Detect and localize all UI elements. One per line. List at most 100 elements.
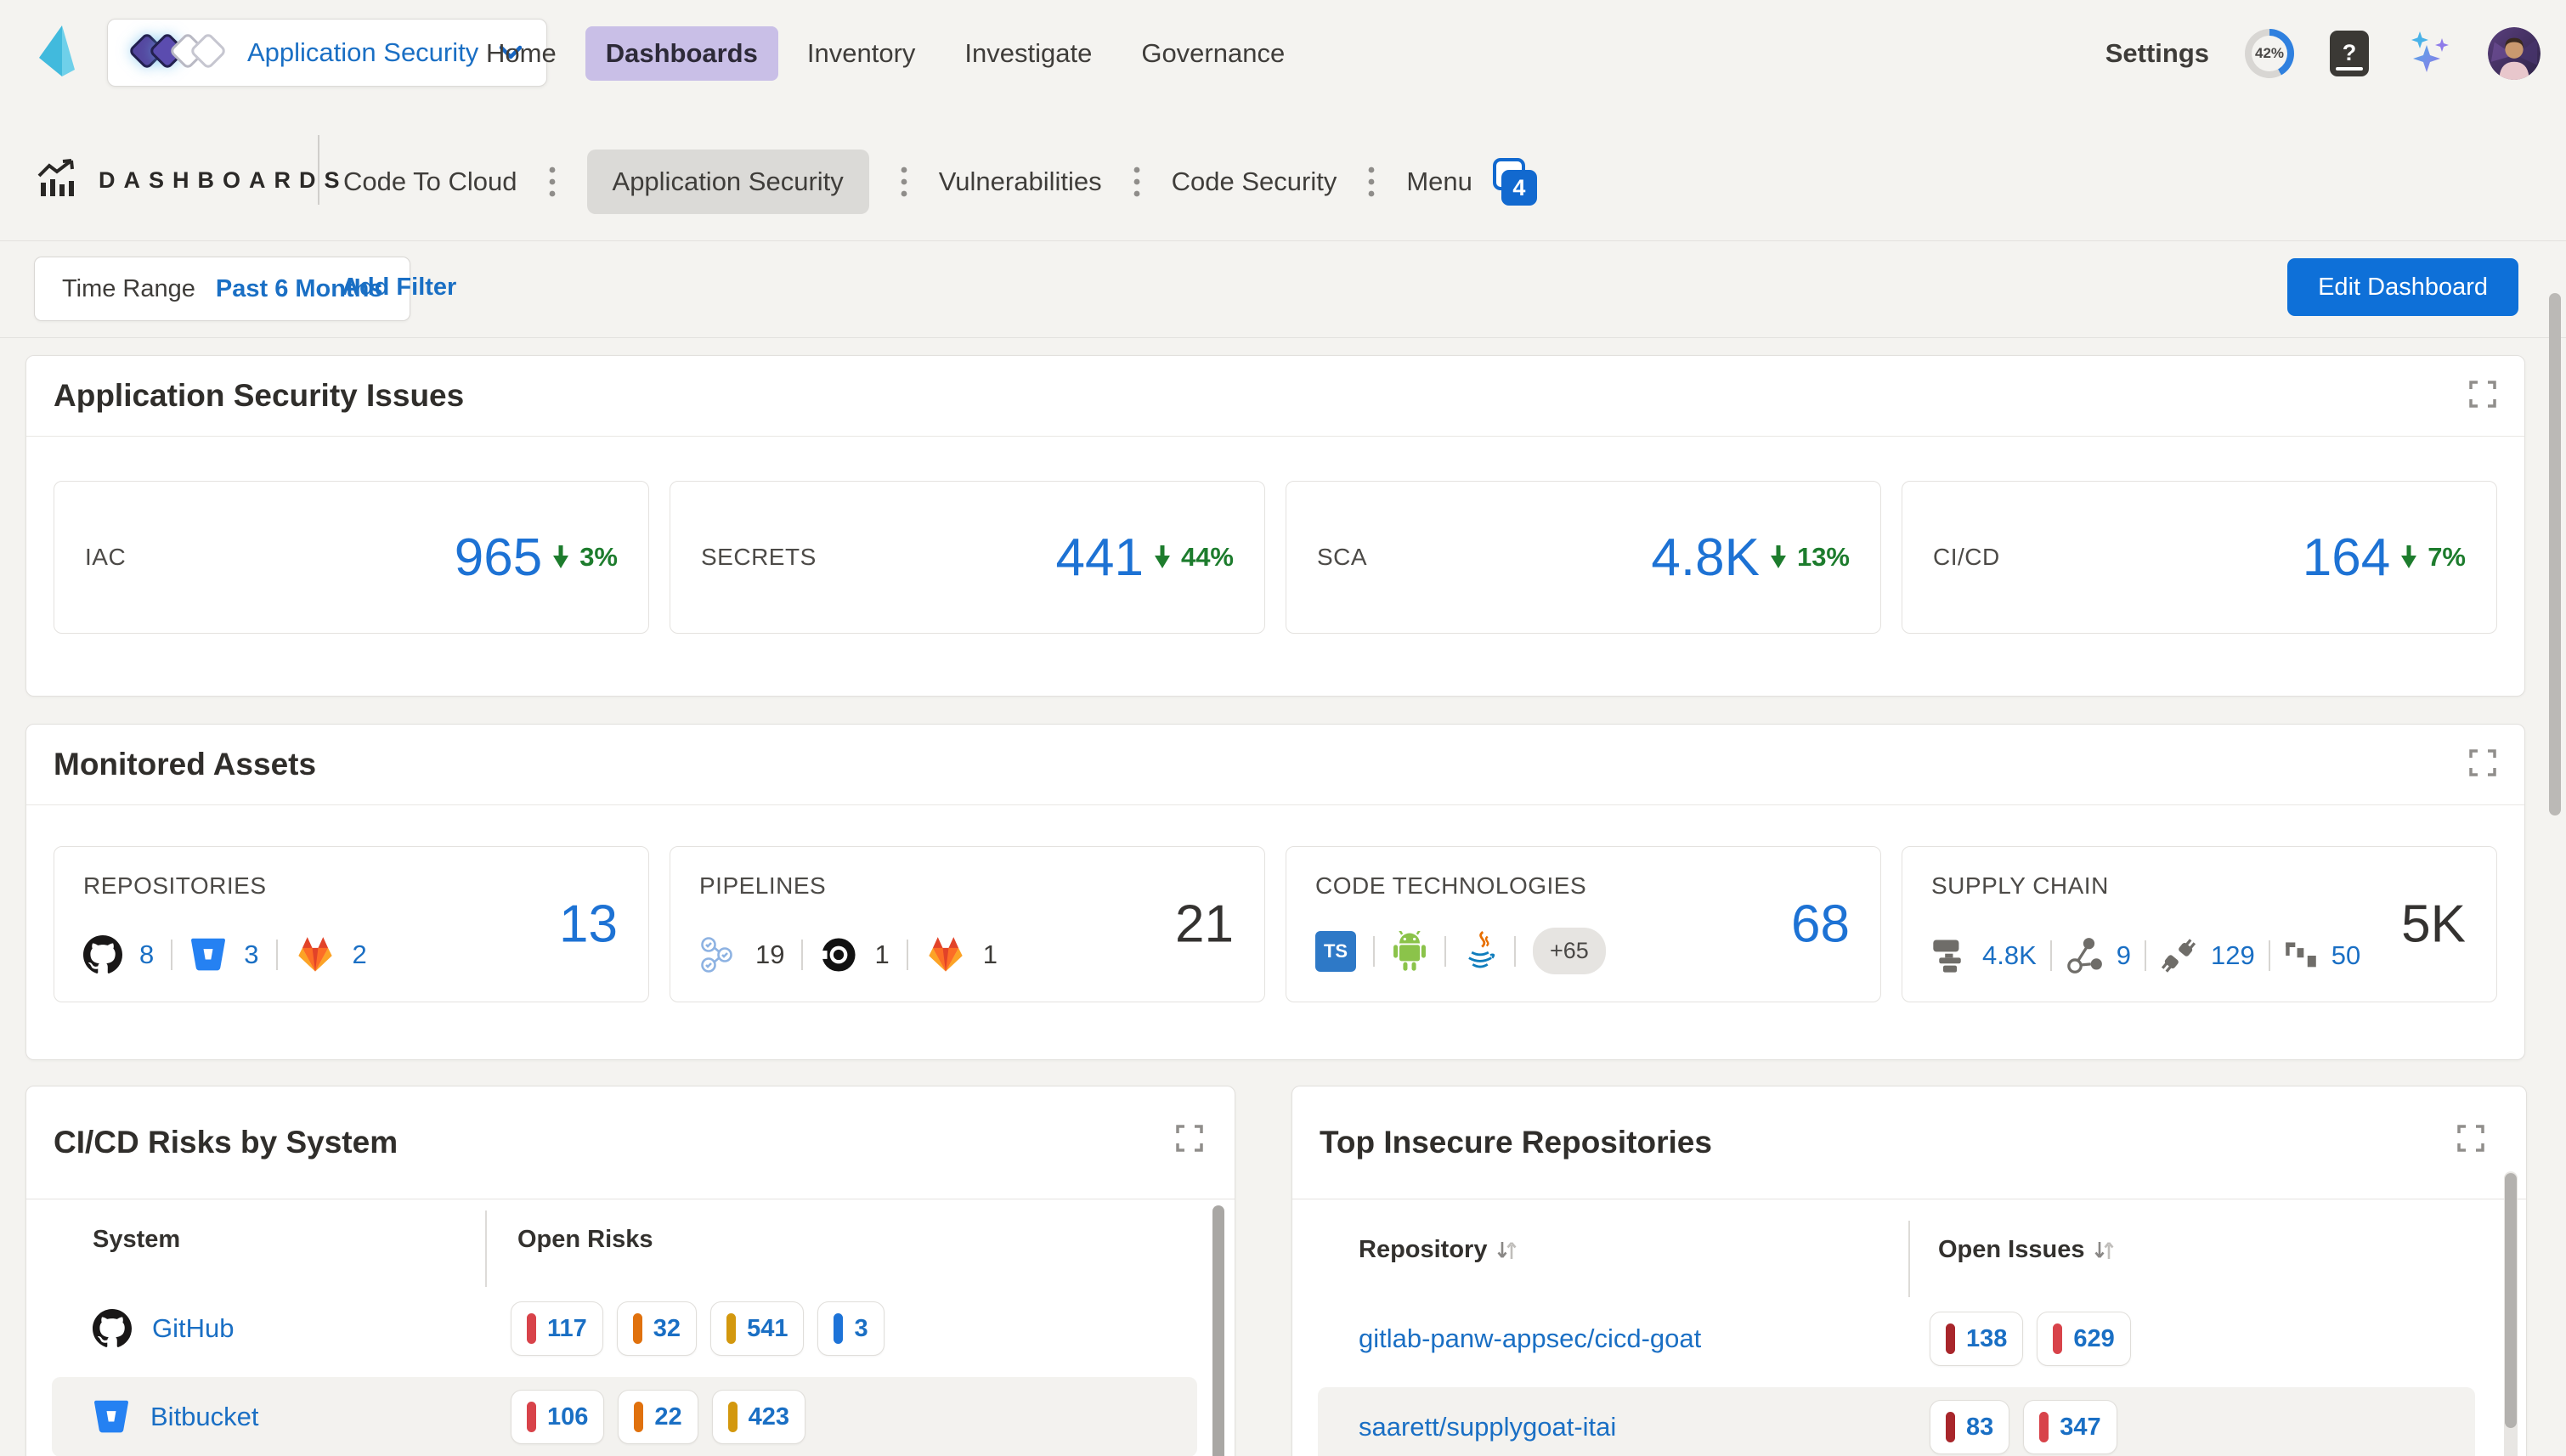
forks-count[interactable]: 9 xyxy=(2117,940,2131,971)
trend-down-icon xyxy=(1768,544,1789,571)
help-docs-icon[interactable]: ? xyxy=(2330,31,2369,76)
dashboards-bar: DASHBOARDS Code To Cloud Application Sec… xyxy=(0,123,2566,240)
expand-icon[interactable] xyxy=(1173,1122,1206,1159)
github-icon xyxy=(83,935,122,974)
risk-badge[interactable]: 117 xyxy=(511,1301,603,1356)
blocks-icon xyxy=(2284,939,2318,973)
nav-dashboards[interactable]: Dashboards xyxy=(585,26,778,81)
page-scrollbar[interactable] xyxy=(2549,293,2561,815)
stat-value: 164 xyxy=(2303,528,2390,588)
stat-delta: 13% xyxy=(1797,542,1850,573)
asset-label: CODE TECHNOLOGIES xyxy=(1315,872,1586,900)
bitbucket-count[interactable]: 3 xyxy=(244,940,258,970)
gitlab-count: 1 xyxy=(983,940,998,970)
dashboards-title: DASHBOARDS xyxy=(99,167,348,194)
repository-link[interactable]: saarett/supplygoat-itai xyxy=(1359,1412,1616,1442)
tab-vulnerabilities[interactable]: Vulnerabilities xyxy=(939,166,1102,197)
sort-icon xyxy=(2093,1239,2115,1262)
expand-icon[interactable] xyxy=(2467,378,2499,415)
system-link[interactable]: GitHub xyxy=(152,1313,234,1344)
repository-link[interactable]: gitlab-panw-appsec/cicd-goat xyxy=(1359,1323,1701,1354)
dashboards-chart-icon xyxy=(36,159,78,206)
code-technologies-total[interactable]: 68 xyxy=(1791,894,1850,955)
table-row-repo[interactable]: gitlab-panw-appsec/cicd-goat 138 629 xyxy=(1318,1299,2475,1379)
progress-ring[interactable]: 42% xyxy=(2245,29,2294,78)
risk-badge[interactable]: 541 xyxy=(710,1301,804,1356)
column-repository[interactable]: Repository xyxy=(1359,1236,1518,1264)
risk-badge[interactable]: 106 xyxy=(511,1390,604,1444)
asset-label: PIPELINES xyxy=(699,872,826,900)
kebab-menu-icon[interactable] xyxy=(1133,166,1141,198)
add-filter-button[interactable]: Add Filter xyxy=(342,274,456,302)
pipeline-icon xyxy=(699,935,738,974)
table-row-repo[interactable]: saarett/supplygoat-itai 83 347 xyxy=(1318,1387,2475,1456)
menu-label: Menu xyxy=(1406,166,1472,197)
risk-badge[interactable]: 22 xyxy=(618,1390,698,1444)
risk-badge[interactable]: 32 xyxy=(617,1301,697,1356)
nav-inventory[interactable]: Inventory xyxy=(787,26,936,81)
issue-badge[interactable]: 347 xyxy=(2023,1400,2117,1454)
column-divider xyxy=(1908,1221,1910,1297)
gitlab-count[interactable]: 2 xyxy=(353,940,367,970)
issue-badge[interactable]: 138 xyxy=(1930,1312,2023,1366)
nav-governance[interactable]: Governance xyxy=(1121,26,1305,81)
nav-home[interactable]: Home xyxy=(466,26,577,81)
stat-card-secrets[interactable]: SECRETS 441 44% xyxy=(670,481,1265,634)
tab-code-to-cloud[interactable]: Code To Cloud xyxy=(343,166,517,197)
connections-count[interactable]: 129 xyxy=(2211,940,2255,971)
risk-badge[interactable]: 423 xyxy=(712,1390,805,1444)
risk-badge[interactable]: 3 xyxy=(817,1301,884,1356)
dependencies-count[interactable]: 4.8K xyxy=(1982,940,2037,971)
more-technologies-pill[interactable]: +65 xyxy=(1533,928,1606,974)
open-risks-badges: 117 32 541 3 xyxy=(511,1301,885,1356)
panel-cicd-risks: CI/CD Risks by System System Open Risks … xyxy=(25,1086,1235,1456)
tab-application-security[interactable]: Application Security xyxy=(587,150,869,214)
severity-bar xyxy=(527,1402,536,1432)
trend-down-icon xyxy=(551,544,571,571)
circleci-count: 1 xyxy=(874,940,889,970)
column-open-risks: Open Risks xyxy=(517,1226,653,1254)
table-row-bitbucket[interactable]: Bitbucket 106 22 423 xyxy=(52,1377,1197,1456)
circleci-icon xyxy=(820,936,857,973)
badge-count: 117 xyxy=(547,1315,587,1343)
tab-code-security[interactable]: Code Security xyxy=(1172,166,1337,197)
issue-badge[interactable]: 629 xyxy=(2037,1312,2130,1366)
trend-down-icon xyxy=(1152,544,1173,571)
prisma-cloud-logo-icon[interactable] xyxy=(34,24,80,86)
expand-icon[interactable] xyxy=(2467,747,2499,783)
kebab-menu-icon[interactable] xyxy=(900,166,908,198)
artifacts-count[interactable]: 50 xyxy=(2331,940,2360,971)
stat-card-sca[interactable]: SCA 4.8K 13% xyxy=(1286,481,1881,634)
menu-button[interactable]: Menu 4 xyxy=(1406,158,1539,206)
badge-count: 22 xyxy=(654,1403,681,1431)
kebab-menu-icon[interactable] xyxy=(1367,166,1376,198)
column-open-issues[interactable]: Open Issues xyxy=(1938,1236,2115,1264)
system-link[interactable]: Bitbucket xyxy=(150,1402,259,1432)
severity-bar xyxy=(834,1313,843,1344)
stat-card-cicd[interactable]: CI/CD 164 7% xyxy=(1902,481,2497,634)
table-row-github[interactable]: GitHub 117 32 541 3 xyxy=(52,1289,1197,1369)
settings-link[interactable]: Settings xyxy=(2105,38,2209,69)
plug-icon xyxy=(2160,937,2197,974)
issue-cards: IAC 965 3% SECRETS 441 44% SCA 4.8K xyxy=(26,437,2524,634)
github-count[interactable]: 8 xyxy=(139,940,154,970)
expand-icon[interactable] xyxy=(2455,1122,2487,1159)
stat-card-iac[interactable]: IAC 965 3% xyxy=(54,481,649,634)
open-issues-badges: 138 629 xyxy=(1930,1312,2131,1366)
nav-investigate[interactable]: Investigate xyxy=(944,26,1112,81)
table-scrollbar[interactable] xyxy=(1212,1205,1224,1456)
kebab-menu-icon[interactable] xyxy=(548,166,557,198)
panel-monitored-assets: Monitored Assets REPOSITORIES 8 3 2 13 xyxy=(25,724,2525,1060)
bitbucket-icon xyxy=(93,1399,130,1435)
user-avatar[interactable] xyxy=(2488,27,2541,80)
edit-dashboard-button[interactable]: Edit Dashboard xyxy=(2287,258,2518,316)
pipeline-count: 19 xyxy=(755,940,784,970)
table-scrollbar[interactable] xyxy=(2505,1173,2517,1428)
github-icon xyxy=(93,1309,132,1348)
ai-sparkles-icon[interactable] xyxy=(2405,30,2452,77)
repositories-total[interactable]: 13 xyxy=(559,894,618,955)
issue-badge[interactable]: 83 xyxy=(1930,1400,2009,1454)
sort-icon xyxy=(1495,1239,1518,1262)
panel-title: Application Security Issues xyxy=(26,356,2524,437)
panel-title: Top Insecure Repositories xyxy=(1292,1086,2526,1199)
